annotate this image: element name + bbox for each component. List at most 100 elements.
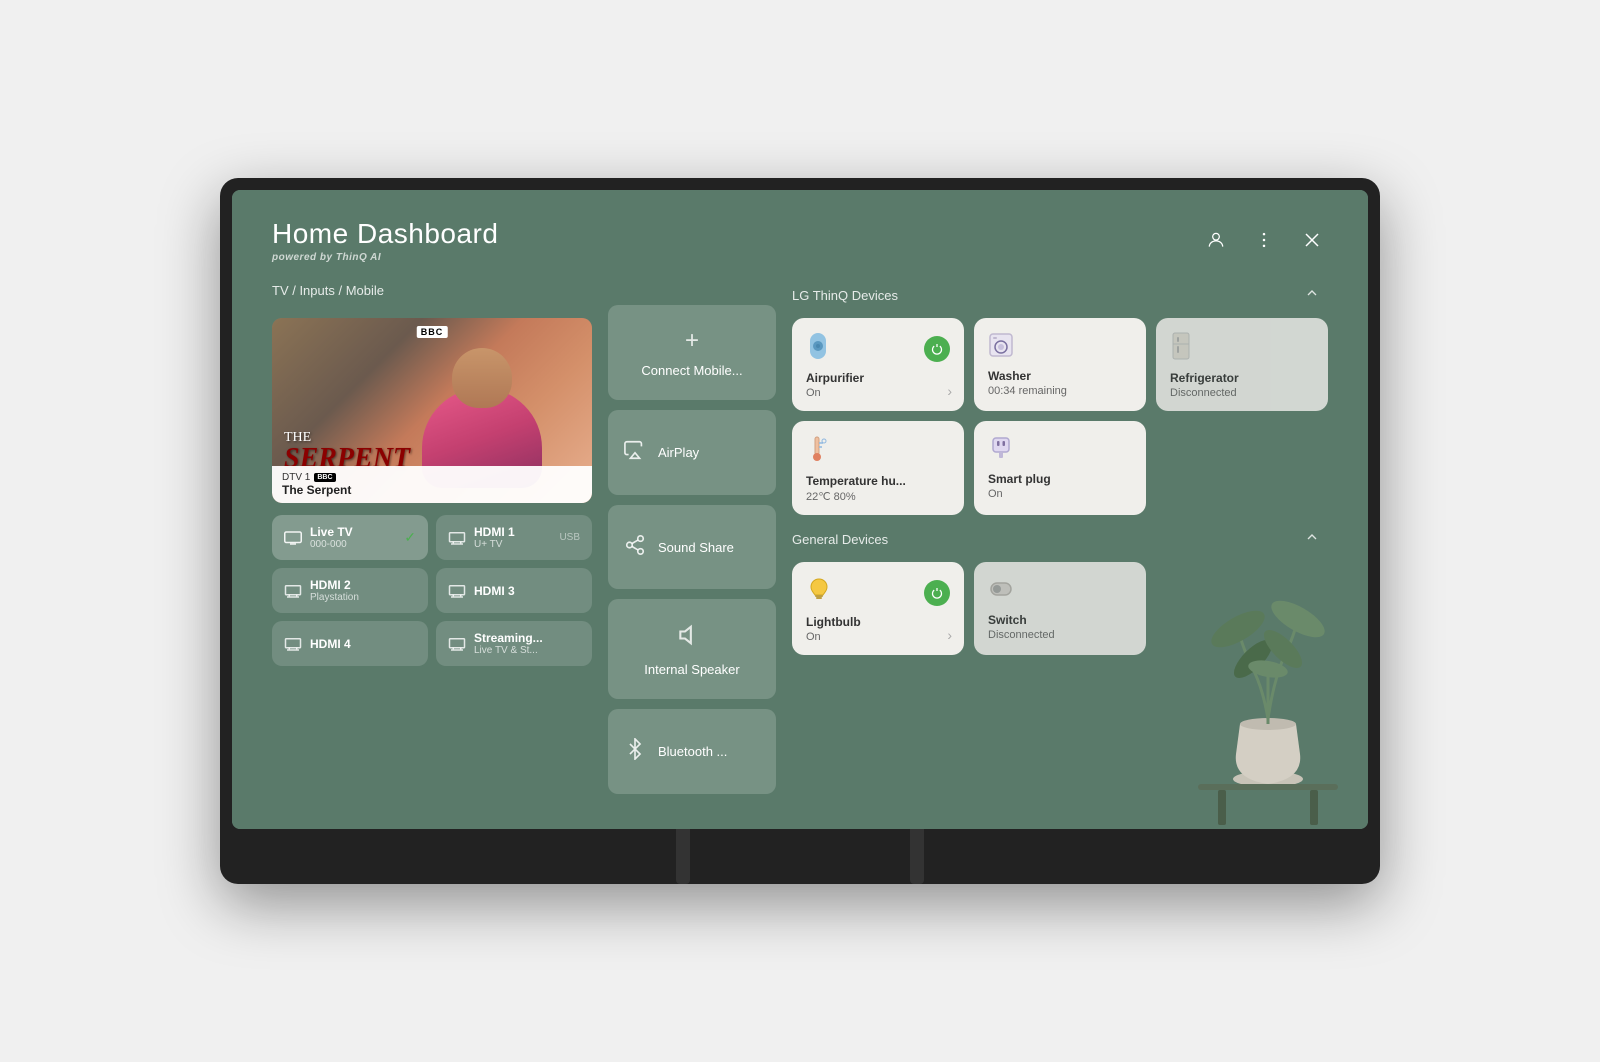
airpurifier-arrow: › bbox=[947, 383, 952, 399]
thinq-section-label: LG ThinQ Devices bbox=[792, 288, 898, 303]
temp-humidity-status: 22℃ 80% bbox=[806, 490, 950, 503]
smart-plug-name: Smart plug bbox=[988, 472, 1132, 486]
smart-plug-icon bbox=[988, 435, 1014, 466]
device-icon-row bbox=[806, 435, 950, 468]
refrigerator-status: Disconnected bbox=[1170, 387, 1314, 399]
smart-plug-status: On bbox=[988, 488, 1132, 500]
right-column: LG ThinQ Devices bbox=[792, 283, 1328, 794]
airpurifier-status: On bbox=[806, 387, 950, 399]
tv-screen: Home Dashboard powered by ThinQ AI bbox=[232, 190, 1368, 829]
device-refrigerator[interactable]: Refrigerator Disconnected bbox=[1156, 318, 1328, 411]
channel-info: DTV 1 BBC The Serpent bbox=[272, 466, 592, 503]
temp-humidity-name: Temperature hu... bbox=[806, 474, 950, 488]
input-hdmi2[interactable]: HDMI 2 Playstation bbox=[272, 568, 428, 613]
thinq-section: LG ThinQ Devices bbox=[792, 283, 1328, 515]
device-airpurifier[interactable]: Airpurifier On › bbox=[792, 318, 964, 411]
hdmi1-icon bbox=[448, 531, 466, 545]
thinq-collapse-button[interactable] bbox=[1296, 283, 1328, 308]
device-washer[interactable]: Washer 00:34 remaining bbox=[974, 318, 1146, 411]
device-switch[interactable]: Switch Disconnected bbox=[974, 562, 1146, 655]
switch-status: Disconnected bbox=[988, 629, 1132, 641]
airpurifier-power-btn[interactable] bbox=[924, 336, 950, 362]
general-section-label: General Devices bbox=[792, 532, 888, 547]
live-tv-icon bbox=[284, 531, 302, 545]
general-device-grid: Lightbulb On › bbox=[792, 562, 1328, 655]
input-info: HDMI 4 bbox=[310, 637, 351, 651]
input-live-tv[interactable]: Live TV 000-000 ✓ bbox=[272, 515, 428, 560]
device-icon-row bbox=[988, 576, 1132, 607]
input-info: Live TV 000-000 bbox=[310, 525, 353, 550]
tv-leg-left bbox=[676, 829, 690, 884]
device-icon-row bbox=[806, 576, 950, 609]
device-temp-humidity[interactable]: Temperature hu... 22℃ 80% bbox=[792, 421, 964, 515]
close-button[interactable] bbox=[1296, 224, 1328, 256]
general-collapse-button[interactable] bbox=[1296, 527, 1328, 552]
input-info: HDMI 1 U+ TV bbox=[474, 525, 515, 550]
airplay-card[interactable]: AirPlay bbox=[608, 410, 776, 495]
input-info: HDMI 3 bbox=[474, 584, 515, 598]
device-lightbulb[interactable]: Lightbulb On › bbox=[792, 562, 964, 655]
bbc-logo: BBC bbox=[417, 326, 448, 338]
hdmi3-icon bbox=[448, 584, 466, 598]
middle-column: + Connect Mobile... AirPlay bbox=[608, 305, 776, 794]
usb-icon: USB bbox=[559, 532, 580, 543]
input-hdmi3[interactable]: HDMI 3 bbox=[436, 568, 592, 613]
check-icon: ✓ bbox=[404, 529, 416, 546]
lightbulb-status: On bbox=[806, 631, 950, 643]
page-title: Home Dashboard bbox=[272, 218, 498, 250]
device-smart-plug[interactable]: Smart plug On bbox=[974, 421, 1146, 515]
washer-name: Washer bbox=[988, 369, 1132, 383]
device-icon-row bbox=[806, 332, 950, 365]
device-icon-row bbox=[1170, 332, 1314, 365]
hdmi2-icon bbox=[284, 584, 302, 598]
sound-share-card[interactable]: Sound Share bbox=[608, 505, 776, 590]
tv-preview[interactable]: BBC THE SERPENT bbox=[272, 318, 592, 503]
refrigerator-icon bbox=[1170, 332, 1192, 365]
device-icon-row bbox=[988, 435, 1132, 466]
tv-outer: Home Dashboard powered by ThinQ AI bbox=[220, 178, 1380, 884]
connect-mobile-card[interactable]: + Connect Mobile... bbox=[608, 305, 776, 400]
hdmi4-icon bbox=[284, 637, 302, 651]
general-section: General Devices bbox=[792, 527, 1328, 655]
airplay-icon bbox=[624, 439, 646, 466]
streaming-icon bbox=[448, 637, 466, 651]
channel-number: DTV 1 bbox=[282, 472, 310, 483]
header: Home Dashboard powered by ThinQ AI bbox=[272, 218, 1328, 263]
more-button[interactable] bbox=[1248, 224, 1280, 256]
switch-name: Switch bbox=[988, 613, 1132, 627]
bbc-badge: BBC bbox=[314, 473, 335, 482]
lightbulb-power-btn[interactable] bbox=[924, 580, 950, 606]
temp-humidity-icon bbox=[806, 435, 828, 468]
tv-stand bbox=[232, 829, 1368, 884]
tv-leg-right bbox=[910, 829, 924, 884]
plus-icon: + bbox=[685, 327, 699, 355]
input-streaming[interactable]: Streaming... Live TV & St... bbox=[436, 621, 592, 666]
bluetooth-label: Bluetooth ... bbox=[658, 744, 727, 759]
lightbulb-name: Lightbulb bbox=[806, 615, 950, 629]
sound-share-icon bbox=[624, 534, 646, 561]
speaker-icon bbox=[678, 621, 706, 654]
sound-share-label: Sound Share bbox=[658, 540, 734, 555]
bluetooth-card[interactable]: Bluetooth ... bbox=[608, 709, 776, 794]
input-grid: Live TV 000-000 ✓ HDMI 1 bbox=[272, 515, 592, 666]
internal-speaker-card[interactable]: Internal Speaker bbox=[608, 599, 776, 699]
airpurifier-icon bbox=[806, 332, 830, 365]
left-column: TV / Inputs / Mobile BBC THE bbox=[272, 283, 592, 794]
dashboard: Home Dashboard powered by ThinQ AI bbox=[232, 190, 1368, 829]
input-hdmi4[interactable]: HDMI 4 bbox=[272, 621, 428, 666]
profile-button[interactable] bbox=[1200, 224, 1232, 256]
subtitle-text: powered by bbox=[272, 252, 333, 263]
internal-speaker-label: Internal Speaker bbox=[644, 662, 739, 677]
thinq-section-header: LG ThinQ Devices bbox=[792, 283, 1328, 308]
general-section-header: General Devices bbox=[792, 527, 1328, 552]
lightbulb-icon bbox=[806, 576, 832, 609]
switch-icon bbox=[988, 576, 1014, 607]
show-name: The Serpent bbox=[282, 483, 582, 497]
washer-status: 00:34 remaining bbox=[988, 385, 1132, 397]
input-info: Streaming... Live TV & St... bbox=[474, 631, 543, 656]
connect-mobile-label: Connect Mobile... bbox=[641, 363, 742, 378]
input-hdmi1[interactable]: HDMI 1 U+ TV USB bbox=[436, 515, 592, 560]
input-info: HDMI 2 Playstation bbox=[310, 578, 359, 603]
main-layout: TV / Inputs / Mobile BBC THE bbox=[272, 283, 1328, 794]
subtitle-brand: ThinQ AI bbox=[336, 252, 381, 263]
